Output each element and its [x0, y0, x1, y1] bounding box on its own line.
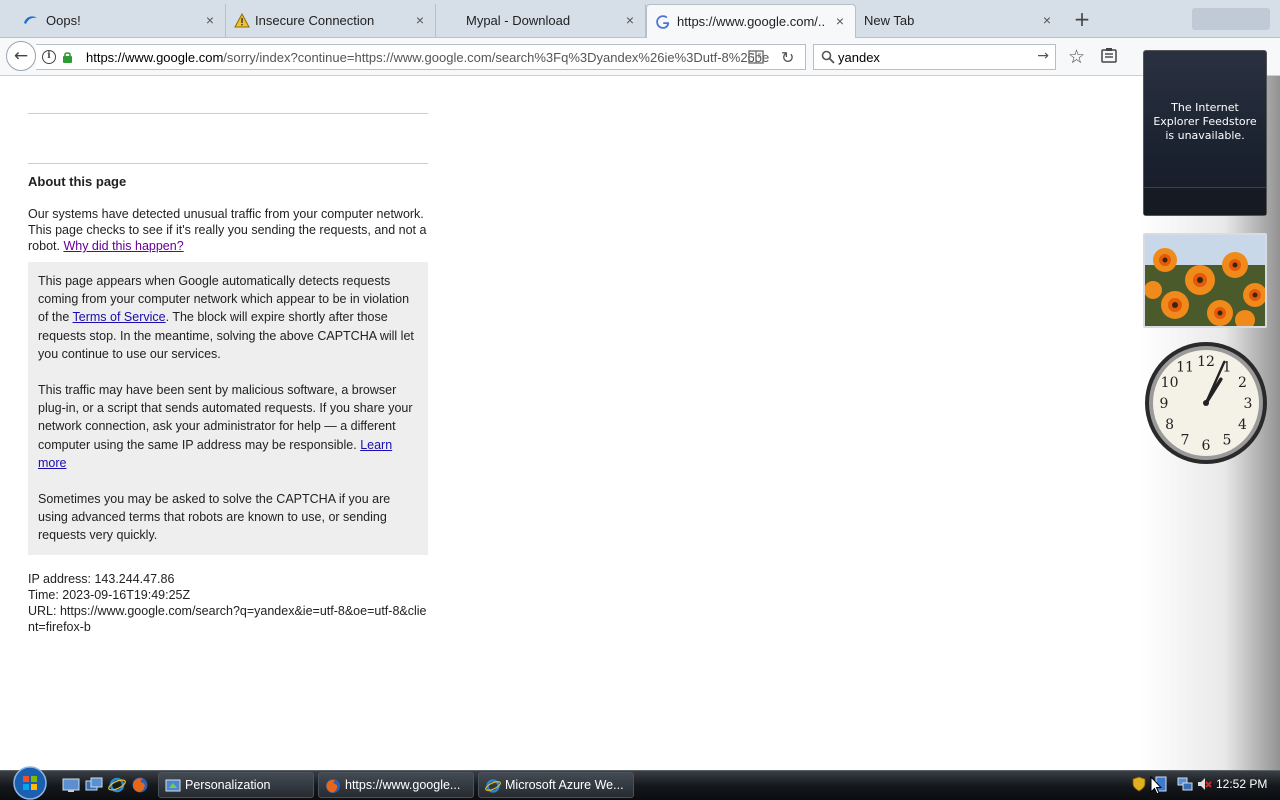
mouse-cursor-icon [1150, 776, 1162, 795]
about-title: About this page [28, 174, 127, 189]
why-did-this-happen-link[interactable]: Why did this happen? [63, 239, 183, 253]
taskbar-button-label: https://www.google... [345, 778, 461, 792]
window-controls[interactable] [1192, 8, 1270, 30]
clock-numeral: 9 [1160, 396, 1169, 412]
feed-footer [1144, 187, 1266, 215]
system-clock[interactable]: 12:52 PM [1216, 777, 1267, 791]
slideshow-gadget[interactable] [1143, 233, 1267, 328]
clock-numeral: 11 [1176, 360, 1194, 376]
taskbar-button-firefox[interactable]: https://www.google... [318, 772, 474, 798]
show-desktop-icon[interactable] [62, 776, 80, 794]
personalization-icon [165, 779, 181, 792]
security-shield-icon[interactable] [1131, 776, 1147, 792]
divider [28, 163, 428, 164]
network-icon[interactable] [1177, 776, 1193, 792]
clock-numeral: 8 [1165, 417, 1174, 433]
terms-of-service-link[interactable]: Terms of Service [73, 310, 166, 324]
taskbar-button-personalization[interactable]: Personalization [158, 772, 314, 798]
clock-numeral: 10 [1161, 375, 1179, 391]
taskbar-button-azure[interactable]: Microsoft Azure We... [478, 772, 634, 798]
clock-numeral: 7 [1181, 432, 1190, 448]
back-button[interactable]: ← [6, 41, 36, 71]
reader-view-icon[interactable] [748, 50, 764, 64]
intro-paragraph: Our systems have detected unusual traffi… [28, 206, 428, 254]
reading-list-icon[interactable] [1100, 47, 1118, 65]
url-text[interactable]: https://www.google.com/sorry/index?conti… [86, 50, 769, 65]
tab-label: https://www.google.com/... [677, 14, 825, 29]
divider [28, 113, 428, 114]
close-icon[interactable]: × [623, 13, 637, 27]
taskbar-button-label: Microsoft Azure We... [505, 778, 624, 792]
clock-numeral: 3 [1244, 396, 1253, 412]
info-paragraph-3: Sometimes you may be asked to solve the … [38, 492, 391, 543]
close-icon[interactable]: × [1040, 13, 1054, 27]
tab-oops[interactable]: Oops! × [0, 4, 226, 37]
request-details: IP address: 143.244.47.86 Time: 2023-09-… [28, 571, 428, 635]
info-icon[interactable]: i [42, 50, 56, 64]
search-input[interactable]: yandex [838, 50, 880, 65]
feed-headlines-gadget[interactable]: The Internet Explorer Feedstore is unava… [1143, 50, 1267, 216]
clock-numeral: 4 [1238, 417, 1247, 433]
firefox-icon[interactable] [131, 776, 149, 794]
info-paragraph-2: This traffic may have been sent by malic… [38, 381, 418, 472]
clock-numeral: 5 [1223, 432, 1232, 448]
switch-windows-icon[interactable] [85, 776, 103, 794]
new-tab-button[interactable]: + [1072, 9, 1092, 30]
info-box: This page appears when Google automatica… [28, 262, 428, 555]
ie-icon [485, 779, 501, 793]
search-icon [821, 50, 835, 64]
tab-label: New Tab [864, 13, 915, 28]
start-button[interactable] [8, 766, 52, 800]
warning-icon [234, 13, 250, 28]
clock-gadget[interactable]: 12 1234567891011 [1143, 340, 1269, 466]
taskbar-button-label: Personalization [185, 778, 271, 792]
internet-explorer-icon[interactable] [108, 776, 126, 794]
clock-numeral: 2 [1238, 375, 1247, 391]
tab-label: Mypal - Download [466, 13, 571, 28]
info-text: This traffic may have been sent by malic… [38, 383, 413, 452]
volume-muted-icon[interactable] [1196, 776, 1212, 792]
url-domain: https://www.google.com [86, 50, 224, 65]
timestamp: Time: 2023-09-16T19:49:25Z [28, 587, 191, 602]
close-icon[interactable]: × [833, 14, 847, 28]
flower-photo [1145, 235, 1265, 326]
go-arrow-icon[interactable]: → [1037, 48, 1049, 64]
clock-numeral: 6 [1202, 438, 1211, 454]
search-bar[interactable]: yandex → [813, 44, 1056, 70]
tab-strip: Oops! × Insecure Connection × Mypal - Do… [0, 0, 1280, 38]
google-icon [656, 15, 670, 29]
clock-numeral: 12 [1197, 354, 1215, 370]
tab-google[interactable]: https://www.google.com/... × [646, 4, 856, 38]
info-paragraph-1: This page appears when Google automatica… [38, 272, 418, 363]
url-path: /sorry/index?continue=https://www.google… [223, 50, 770, 65]
tab-mypal-download[interactable]: Mypal - Download × [420, 4, 646, 37]
mypal-icon [24, 16, 37, 24]
lock-icon [63, 52, 72, 63]
bookmark-star-icon[interactable]: ☆ [1068, 46, 1085, 68]
tab-label: Insecure Connection [255, 13, 375, 28]
navigation-toolbar: ← i https://www.google.com/sorry/index?c… [0, 38, 1280, 76]
firefox-icon [326, 779, 340, 793]
tab-insecure-connection[interactable]: Insecure Connection × [210, 4, 436, 37]
tab-label: Oops! [46, 13, 81, 28]
ip-address: IP address: 143.244.47.86 [28, 571, 175, 586]
request-url: URL: https://www.google.com/search?q=yan… [28, 603, 427, 634]
feed-message: The Internet Explorer Feedstore is unava… [1153, 101, 1257, 142]
url-bar[interactable]: i https://www.google.com/sorry/index?con… [36, 44, 806, 70]
tab-new-tab[interactable]: New Tab × [856, 4, 1062, 37]
captcha-page: About this page Our systems have detecte… [28, 77, 428, 635]
reload-icon[interactable]: ↻ [781, 48, 797, 67]
